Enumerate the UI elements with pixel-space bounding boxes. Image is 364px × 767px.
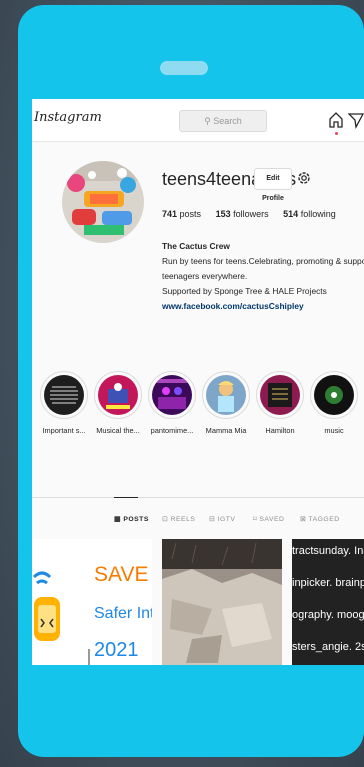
post-text: Safer Inte	[94, 605, 152, 622]
post-text: sters_angie. 2sister	[292, 641, 364, 653]
tab-tagged[interactable]: ⊠ TAGGED	[300, 515, 340, 523]
display-name: The Cactus Crew	[162, 241, 230, 251]
tab-saved[interactable]: ⌑ SAVED	[253, 515, 284, 523]
instagram-logo[interactable]: Instagram	[34, 110, 102, 125]
search-placeholder: Search	[213, 116, 242, 126]
post-text: ography. moograph	[292, 609, 364, 621]
highlight-ring	[310, 371, 358, 419]
instagram-screen: Instagram ⚲ Search teens4teenagers Edit	[32, 99, 364, 665]
bio-line: Supported by Sponge Tree & HALE Projects	[162, 286, 327, 296]
highlight-item[interactable]: Important s...	[38, 371, 90, 435]
highlight-ring	[256, 371, 304, 419]
phone-speaker	[160, 61, 208, 75]
search-input[interactable]: ⚲ Search	[179, 110, 267, 132]
highlight-label: Hamilton	[265, 426, 295, 435]
post-text: tractsunday. Insta	[292, 545, 364, 557]
highlight-item[interactable]: Musical the...	[92, 371, 144, 435]
story-highlights: Important s... Musical the... pantomime.…	[32, 371, 364, 441]
highlight-label: Mamma Mia	[205, 426, 247, 435]
highlight-item[interactable]: pantomime...	[146, 371, 198, 435]
profile-stats: 741 posts 153 followers 514 following	[162, 209, 348, 219]
highlight-label: pantomime...	[150, 426, 194, 435]
highlight-item[interactable]: music	[308, 371, 360, 435]
highlight-cover	[206, 375, 246, 415]
tab-reels[interactable]: ⊡ REELS	[162, 515, 195, 523]
highlight-cover	[152, 375, 192, 415]
post-tile[interactable]: tractsunday. Insta inpicker. brainpicke …	[292, 539, 364, 665]
profile-link[interactable]: www.facebook.com/cactusCshipley	[162, 299, 364, 314]
post-text: SAVE th	[94, 563, 152, 586]
profile-avatar[interactable]	[62, 161, 144, 243]
tab-igtv[interactable]: ⊟ IGTV	[209, 515, 235, 523]
post-tile[interactable]	[162, 539, 282, 665]
notification-dot	[335, 132, 338, 135]
edit-profile-button[interactable]: Edit Profile	[254, 168, 292, 202]
direct-icon[interactable]	[348, 111, 364, 129]
profile-bio: The Cactus Crew Run by teens for teens.C…	[162, 239, 364, 314]
highlight-ring	[148, 371, 196, 419]
highlight-label: Musical the...	[96, 426, 140, 435]
post-image	[162, 539, 282, 665]
post-tile[interactable]: SAVE th Safer Inte 2021	[32, 539, 152, 665]
post-text: inpicker. brainpicke	[292, 577, 364, 589]
search-icon: ⚲	[204, 116, 214, 126]
following-stat[interactable]: 514 following	[283, 209, 336, 219]
home-icon[interactable]	[328, 111, 344, 129]
bio-line: Run by teens for teens.Celebrating, prom…	[162, 256, 364, 266]
highlight-ring	[202, 371, 250, 419]
highlight-label: Important s...	[42, 426, 86, 435]
tab-posts[interactable]: ▦ POSTS	[114, 515, 149, 523]
highlight-ring	[40, 371, 88, 419]
highlight-cover	[98, 375, 138, 415]
top-navigation-bar: Instagram ⚲ Search	[32, 99, 364, 142]
highlight-item[interactable]: Mamma Mia	[200, 371, 252, 435]
grid-icon: ▦	[114, 516, 124, 523]
bio-line: teenagers everywhere.	[162, 271, 248, 281]
posts-stat[interactable]: 741 posts	[162, 209, 201, 219]
tabs-divider	[32, 497, 364, 498]
highlight-ring	[94, 371, 142, 419]
reels-icon: ⊡	[162, 516, 171, 523]
highlight-cover	[44, 375, 84, 415]
settings-gear-icon[interactable]	[296, 170, 312, 186]
highlight-cover	[314, 375, 354, 415]
active-tab-indicator	[114, 497, 138, 498]
highlight-cover	[260, 375, 300, 415]
highlight-item[interactable]: Hamilton	[254, 371, 306, 435]
followers-stat[interactable]: 153 followers	[216, 209, 269, 219]
highlight-label: music	[324, 426, 344, 435]
igtv-icon: ⊟	[209, 516, 218, 523]
post-text: 2021	[94, 639, 139, 661]
